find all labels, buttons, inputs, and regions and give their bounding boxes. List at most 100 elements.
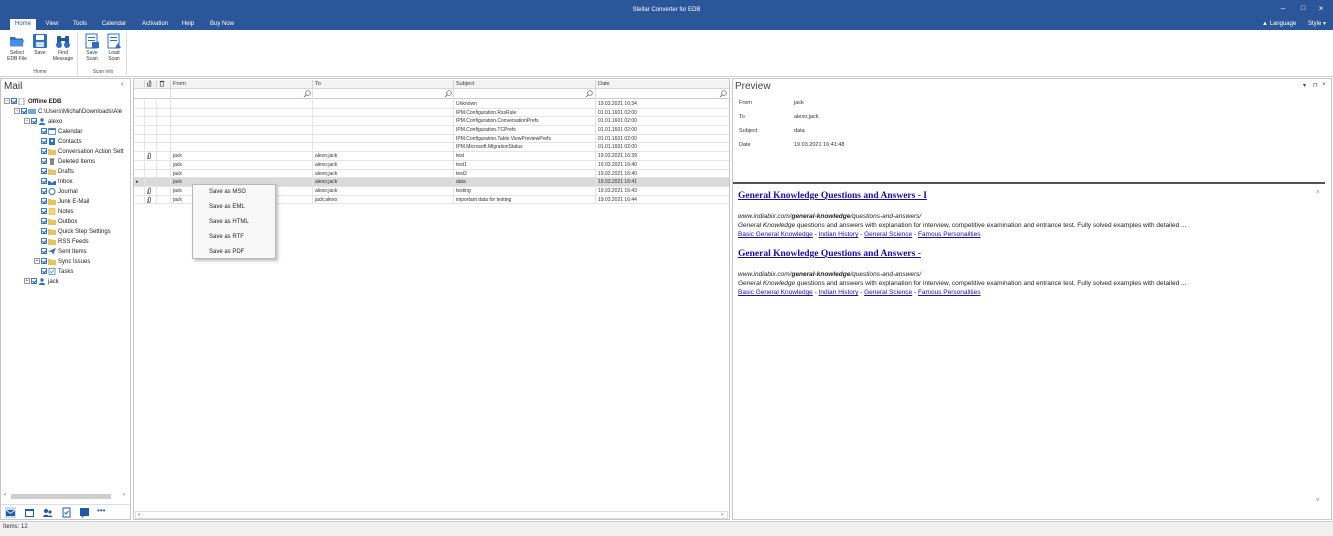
folder-checkbox[interactable] [41,168,47,175]
tree-item-tasks[interactable]: Tasks [4,267,130,277]
famous-personalities-link[interactable]: Famous Personalities [918,231,981,238]
tree-item-notes[interactable]: Notes [4,207,130,217]
table-row[interactable]: jack alexo;jack test2 19.03.2021 16:40 [134,169,729,179]
general-science-link[interactable]: General Science [864,289,912,296]
tree-item-offline-edb[interactable]: − Offline EDB [4,97,130,107]
to-filter-input[interactable] [312,89,453,99]
folder-checkbox[interactable] [11,98,17,105]
tree-item-sync-issues[interactable]: + Sync Issues [4,257,130,267]
tree-item-drafts[interactable]: Drafts [4,167,130,177]
indian-history-link[interactable]: Indian History [819,231,859,238]
tree-item-alexo[interactable]: − alexo [4,117,130,127]
tab-home[interactable]: Home [10,19,36,30]
minimize-button[interactable]: – [1276,4,1290,14]
table-row[interactable]: jack alexo;jack test 19.03.2021 16:39 [134,152,729,161]
language-menu[interactable]: ▲ Language [1262,19,1296,30]
folder-checkbox[interactable] [31,278,37,285]
select-edb-file-button[interactable]: Select EDB File [5,33,29,69]
tree-item-junk-e-mail[interactable]: Junk E-Mail [4,197,130,207]
find-message-button[interactable]: Find Message [51,33,75,69]
tree-item-deleted-items[interactable]: Deleted Items [4,157,130,167]
mail-nav-icon[interactable] [5,507,16,518]
table-row[interactable]: IPM.Configuration.TCPrefs 01.01.1601 02:0… [134,126,729,135]
scroll-right-arrow[interactable]: › [721,512,723,518]
basic-gk-link[interactable]: Basic General Knowledge [738,231,813,238]
preview-dropdown-button[interactable]: ▾ [1303,82,1306,89]
table-row[interactable]: Unknown 19.03.2021 16:34 [134,100,729,109]
delete-column-header[interactable] [156,80,170,89]
tree-item-c-users-michal-downloads-ale[interactable]: − C:\Users\Michal\Downloads\Ale [4,107,130,117]
tab-activation[interactable]: Activation [138,19,172,30]
tab-view[interactable]: View [40,19,64,30]
folder-checkbox[interactable] [31,118,37,125]
preview-pin-button[interactable]: ⊓ [1313,82,1318,89]
result-heading-link[interactable]: General Knowledge Questions and Answers … [738,249,921,259]
folder-checkbox[interactable] [41,218,47,225]
collapse-icon[interactable]: − [4,98,10,105]
style-menu[interactable]: Style ▾ [1308,19,1326,30]
expand-icon[interactable]: + [34,258,40,265]
tab-help[interactable]: Help [178,19,198,30]
preview-close-button[interactable]: × [1322,82,1326,88]
folder-checkbox[interactable] [41,188,47,195]
tree-item-quick-step-settings[interactable]: Quick Step Settings [4,227,130,237]
folder-checkbox[interactable] [41,248,47,255]
folder-checkbox[interactable] [41,268,47,275]
collapse-pane-button[interactable]: ‹ [121,81,123,88]
save-button[interactable]: Save [28,33,52,69]
table-row[interactable]: IPM.Configuration.RssRule 01.01.1601 02:0… [134,108,729,118]
scroll-up-arrow[interactable]: ˄ [1316,190,1320,196]
folder-checkbox[interactable] [41,238,47,245]
close-button[interactable]: × [1314,4,1328,14]
save-as-rtf-menu-item[interactable]: Save as RTF [209,231,269,243]
folder-checkbox[interactable] [21,108,27,115]
result-heading-link[interactable]: General Knowledge Questions and Answers … [738,191,927,201]
load-scan-button[interactable]: Load Scan [102,33,126,69]
folder-checkbox[interactable] [41,258,47,265]
attachment-column-header[interactable] [144,80,156,89]
preview-vertical-scrollbar[interactable]: ˄ ˅ [1316,190,1324,510]
notes-nav-icon[interactable] [79,507,90,518]
tree-item-sent-items[interactable]: Sent Items [4,247,130,257]
folder-checkbox[interactable] [41,138,47,145]
folder-checkbox[interactable] [41,228,47,235]
date-filter-input[interactable] [595,89,729,99]
from-column-header[interactable]: From [170,80,312,89]
save-as-msg-menu-item[interactable]: Save as MSG [209,186,269,198]
tree-item-outbox[interactable]: Outbox [4,217,130,227]
scroll-down-arrow[interactable]: ˅ [1316,498,1320,504]
contacts-nav-icon[interactable] [42,507,53,518]
collapse-icon[interactable]: − [24,118,30,125]
tasks-nav-icon[interactable] [61,507,72,518]
scroll-right-arrow[interactable]: › [123,492,125,498]
tab-calendar[interactable]: Calendar [98,19,130,30]
tree-item-journal[interactable]: Journal [4,187,130,197]
save-scan-button[interactable]: Save Scan [80,33,104,69]
expand-icon[interactable]: + [24,278,30,285]
folder-checkbox[interactable] [41,208,47,215]
maximize-button[interactable]: □ [1296,4,1310,14]
folder-checkbox[interactable] [41,148,47,155]
save-as-eml-menu-item[interactable]: Save as EML [209,201,269,213]
folder-checkbox[interactable] [41,198,47,205]
save-as-html-menu-item[interactable]: Save as HTML [209,216,269,228]
calendar-nav-icon[interactable] [24,507,35,518]
general-science-link[interactable]: General Science [864,231,912,238]
table-row[interactable]: IPM.Microsoft.MigrationStatus 01.01.1601 … [134,143,729,153]
tree-item-jack[interactable]: + jack [4,277,130,287]
subject-filter-input[interactable] [453,89,595,99]
folder-checkbox[interactable] [41,128,47,135]
table-row[interactable]: IPM.Configuration.Table.ViewPreviewPrefs… [134,134,729,144]
scroll-left-arrow[interactable]: ‹ [138,512,140,518]
tab-buy-now[interactable]: Buy Now [205,19,239,30]
from-filter-input[interactable] [170,89,312,99]
tree-item-conversation-action-sett[interactable]: Conversation Action Sett [4,147,130,157]
scroll-left-arrow[interactable]: ‹ [4,492,6,498]
table-row[interactable]: jack alexo;jack test1 19.03.2021 16:40 [134,160,729,170]
subject-column-header[interactable]: Subject [453,80,595,89]
collapse-icon[interactable]: − [14,108,20,115]
tree-item-rss-feeds[interactable]: RSS Feeds [4,237,130,247]
indian-history-link[interactable]: Indian History [819,289,859,296]
to-column-header[interactable]: To [312,80,453,89]
table-row[interactable]: IPM.Configuration.ConversationPrefs 01.01… [134,117,729,127]
